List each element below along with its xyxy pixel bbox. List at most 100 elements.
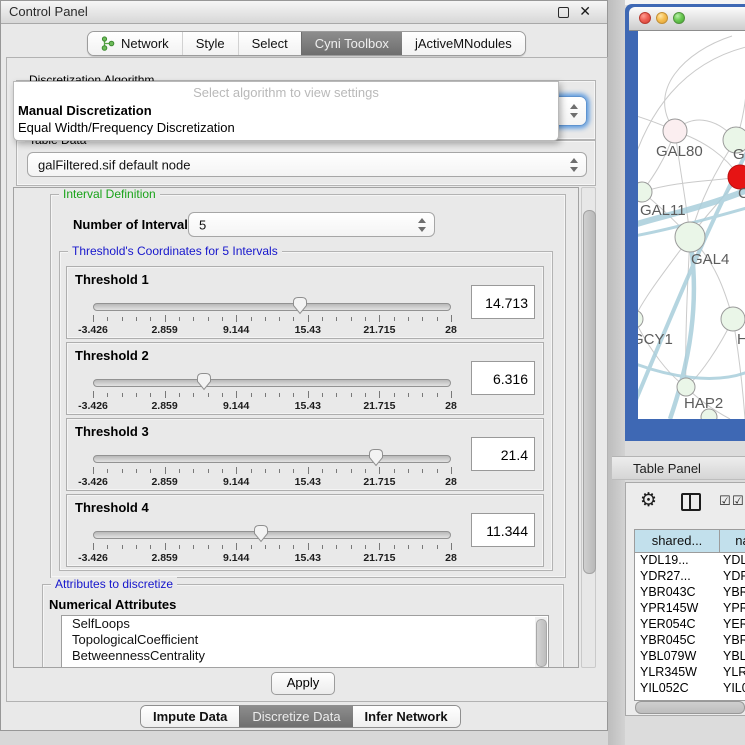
slider-track[interactable] — [93, 531, 451, 539]
slider-track[interactable] — [93, 455, 451, 463]
threshold-slider[interactable]: -3.4262.8599.14415.4321.71528 — [93, 447, 451, 489]
cell-shared-name: YDR27... — [635, 569, 720, 585]
column-header-shared-name[interactable]: shared... — [635, 530, 720, 552]
network-canvas[interactable]: GAL80 G C GAL11 GAL4 GCY1 H HAP2 — [638, 31, 745, 419]
table-row[interactable]: YER054CYER0 — [635, 617, 745, 633]
cell-name: YBR0 — [720, 633, 745, 649]
slider-tick-label: -3.426 — [78, 552, 108, 564]
panel-divider[interactable] — [608, 0, 625, 745]
tab-label: Cyni Toolbox — [315, 36, 389, 51]
scrollbar-thumb[interactable] — [583, 210, 596, 574]
threshold-slider[interactable]: -3.4262.8599.14415.4321.71528 — [93, 295, 451, 337]
tab-cyni-toolbox[interactable]: Cyni Toolbox — [301, 32, 402, 55]
attribute-list-item[interactable]: SelfLoops — [62, 616, 548, 632]
slider-tick-label: 15.43 — [295, 324, 321, 336]
dropdown-option-manual[interactable]: Manual Discretization — [18, 103, 152, 118]
dropdown-prompt: Select algorithm to view settings — [14, 85, 558, 100]
slider-track[interactable] — [93, 303, 451, 311]
numerical-attributes-label: Numerical Attributes — [49, 597, 176, 612]
node-label-clipped-h: H — [737, 331, 745, 348]
slider-tick-label: -3.426 — [78, 400, 108, 412]
tab-select[interactable]: Select — [238, 32, 301, 55]
node-label-gal11: GAL11 — [640, 202, 686, 219]
table-row[interactable]: YDL19...YDL1 — [635, 553, 745, 569]
interval-definition-group: Interval Definition Number of Intervals … — [50, 194, 566, 578]
node-clipped-right — [721, 307, 745, 331]
slider-tick-label: -3.426 — [78, 476, 108, 488]
slider-tick-label: 15.43 — [295, 400, 321, 412]
threshold-slider[interactable]: -3.4262.8599.14415.4321.71528 — [93, 371, 451, 413]
cell-shared-name: YBR043C — [635, 585, 720, 601]
apply-button[interactable]: Apply — [271, 672, 335, 695]
node-table: shared... na YDL19...YDL1YDR27...YDR2YBR… — [634, 529, 745, 701]
checkbox-icon[interactable]: ☑ — [719, 493, 731, 509]
slider-track[interactable] — [93, 379, 451, 387]
float-window-icon[interactable] — [558, 7, 569, 18]
tab-discretize-data[interactable]: Discretize Data — [239, 706, 352, 727]
group-title: Interval Definition — [59, 187, 160, 201]
slider-thumb[interactable] — [368, 448, 384, 467]
attribute-list-item[interactable]: TopologicalCoefficient — [62, 632, 548, 648]
table-row[interactable]: YPR145WYPR1 — [635, 601, 745, 617]
tab-jactivemnodules[interactable]: jActiveMNodules — [402, 32, 525, 55]
threshold-value-field[interactable]: 11.344 — [471, 513, 535, 547]
list-scrollbar[interactable] — [535, 617, 547, 668]
network-window-titlebar — [629, 7, 745, 31]
table-data-combobox[interactable]: galFiltered.sif default node — [27, 152, 587, 177]
cell-name: YDL1 — [720, 553, 745, 569]
attributes-group: Attributes to discretize Numerical Attri… — [42, 584, 564, 668]
gear-icon[interactable]: ⚙ — [640, 489, 657, 512]
slider-tick-label: 21.715 — [363, 400, 395, 412]
slider-thumb[interactable] — [253, 524, 269, 543]
numerical-attributes-list[interactable]: SelfLoopsTopologicalCoefficientBetweenne… — [61, 615, 549, 668]
table-row[interactable]: YBR043CYBR0 — [635, 585, 745, 601]
table-row[interactable]: YBL079WYBL0 — [635, 649, 745, 665]
tab-infer-network[interactable]: Infer Network — [353, 706, 460, 727]
slider-thumb[interactable] — [292, 296, 308, 315]
control-panel-titlebar: Control Panel ✕ — [1, 1, 607, 24]
num-intervals-combobox[interactable]: 5 — [188, 212, 435, 237]
cell-shared-name: YIL052C — [635, 681, 720, 697]
table-row[interactable]: YIL052CYIL0 — [635, 681, 745, 697]
tab-label: Style — [196, 36, 225, 51]
attribute-list-item[interactable]: BetweennessCentrality — [62, 648, 548, 664]
slider-tick-label: 21.715 — [363, 476, 395, 488]
panel-scrollbar[interactable] — [581, 187, 596, 668]
cell-shared-name: YBR045C — [635, 633, 720, 649]
slider-tick-label: 9.144 — [223, 324, 249, 336]
threshold-value-field[interactable]: 14.713 — [471, 285, 535, 319]
cell-shared-name: YPR145W — [635, 601, 720, 617]
threshold-label: Threshold 3 — [75, 424, 149, 439]
table-panel-title: Table Panel — [633, 461, 701, 476]
slider-tick-label: 15.43 — [295, 476, 321, 488]
slider-tick-label: 2.859 — [151, 400, 177, 412]
cell-name: YPR1 — [720, 601, 745, 617]
zoom-traffic-light-icon[interactable] — [673, 12, 685, 24]
slider-tick-label: 15.43 — [295, 552, 321, 564]
split-columns-icon[interactable] — [681, 493, 701, 511]
slider-thumb[interactable] — [196, 372, 212, 391]
column-header-name[interactable]: na — [720, 530, 745, 552]
table-row[interactable]: YBR045CYBR0 — [635, 633, 745, 649]
close-icon[interactable]: ✕ — [579, 3, 591, 20]
tab-network[interactable]: Network — [88, 32, 182, 55]
group-title: Attributes to discretize — [51, 577, 177, 591]
cell-name: YBR0 — [720, 585, 745, 601]
threshold-value-field[interactable]: 21.4 — [471, 437, 535, 471]
slider-tick-label: 28 — [445, 400, 457, 412]
table-row[interactable]: YLR345WYLR3 — [635, 665, 745, 681]
table-horizontal-scrollbar[interactable] — [635, 701, 745, 714]
tab-style[interactable]: Style — [182, 32, 238, 55]
threshold-label: Threshold 1 — [75, 272, 149, 287]
table-row[interactable]: YDR27...YDR2 — [635, 569, 745, 585]
threshold-value-field[interactable]: 6.316 — [471, 361, 535, 395]
dropdown-option-equal-width[interactable]: Equal Width/Frequency Discretization — [18, 120, 235, 135]
node-gcy1 — [638, 310, 643, 328]
minimize-traffic-light-icon[interactable] — [656, 12, 668, 24]
close-traffic-light-icon[interactable] — [639, 12, 651, 24]
slider-tick-label: 28 — [445, 552, 457, 564]
checkbox-icon[interactable]: ☑ — [732, 493, 744, 509]
node-gal80 — [663, 119, 687, 143]
tab-impute-data[interactable]: Impute Data — [141, 706, 239, 727]
threshold-slider[interactable]: -3.4262.8599.14415.4321.71528 — [93, 523, 451, 565]
